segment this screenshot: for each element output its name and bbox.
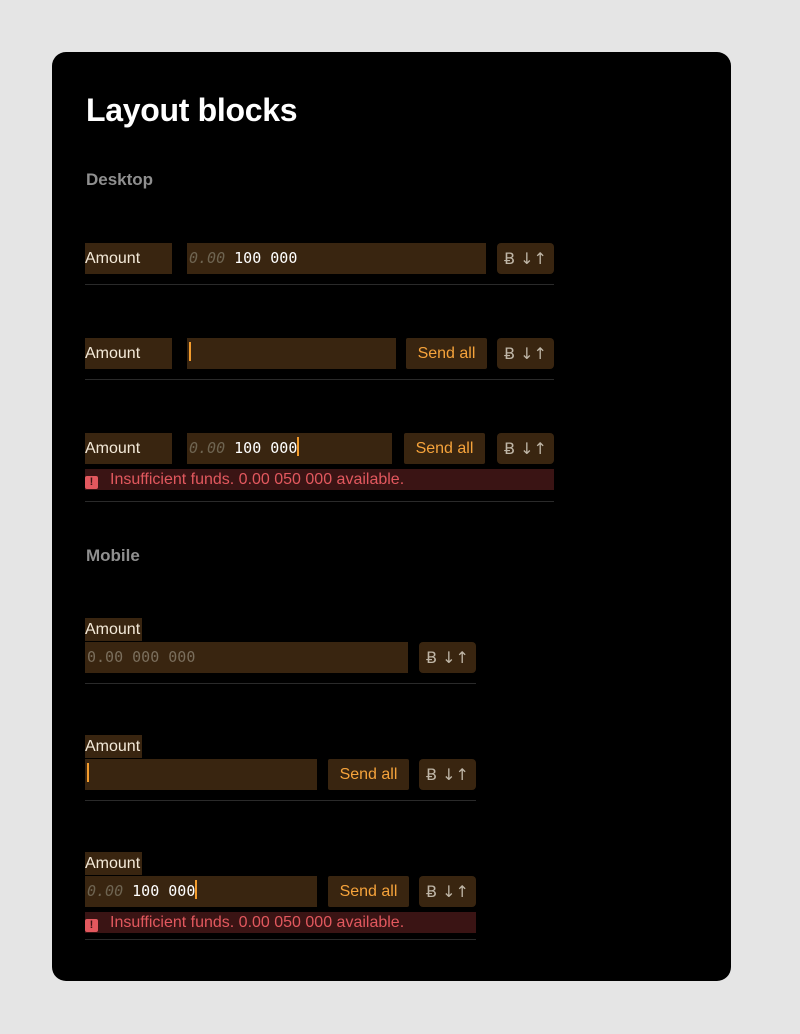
error-text: Insufficient funds. 0.00 050 000 availab… bbox=[110, 914, 405, 931]
amount-value: 100 000 bbox=[132, 882, 196, 900]
error-icon: ! bbox=[85, 476, 98, 489]
amount-placeholder-prefix: 0.00 bbox=[189, 249, 226, 267]
unit-toggle-button[interactable]: Ƀ ↓↑ bbox=[419, 876, 476, 907]
send-all-button[interactable]: Send all bbox=[404, 433, 485, 464]
amount-label: Amount bbox=[85, 618, 143, 641]
amount-label: Amount bbox=[85, 735, 143, 758]
divider bbox=[85, 939, 476, 940]
text-caret bbox=[189, 342, 191, 361]
amount-input[interactable] bbox=[85, 759, 317, 790]
amount-input[interactable]: 0.00 000 000 bbox=[85, 642, 408, 673]
unit-toggle-button[interactable]: Ƀ ↓↑ bbox=[497, 338, 554, 369]
amount-placeholder-prefix: 0.00 bbox=[87, 882, 124, 900]
amount-input[interactable]: 0.00 100 000 bbox=[85, 876, 317, 907]
divider bbox=[85, 800, 476, 801]
unit-toggle-button[interactable]: Ƀ ↓↑ bbox=[419, 759, 476, 790]
send-all-button[interactable]: Send all bbox=[328, 876, 409, 907]
text-caret bbox=[87, 763, 89, 782]
error-message: ! Insufficient funds. 0.00 050 000 availa… bbox=[85, 912, 476, 933]
amount-label: Amount bbox=[85, 433, 172, 464]
layout-card: Layout blocks Desktop Amount 0.00 100 00… bbox=[52, 52, 731, 981]
unit-toggle-button[interactable]: Ƀ ↓↑ bbox=[419, 642, 476, 673]
unit-toggle-button[interactable]: Ƀ ↓↑ bbox=[497, 433, 554, 464]
divider bbox=[85, 501, 554, 502]
amount-label: Amount bbox=[85, 243, 172, 274]
amount-label: Amount bbox=[85, 338, 172, 369]
amount-label: Amount bbox=[85, 852, 143, 875]
unit-toggle-button[interactable]: Ƀ ↓↑ bbox=[497, 243, 554, 274]
divider bbox=[85, 284, 554, 285]
send-all-button[interactable]: Send all bbox=[328, 759, 409, 790]
divider bbox=[85, 683, 476, 684]
section-mobile: Mobile bbox=[86, 546, 140, 565]
error-message: ! Insufficient funds. 0.00 050 000 availa… bbox=[85, 469, 554, 490]
amount-input[interactable]: 0.00 100 000 bbox=[187, 243, 486, 274]
page-title: Layout blocks bbox=[86, 92, 298, 128]
error-icon: ! bbox=[85, 919, 98, 932]
amount-input[interactable] bbox=[187, 338, 396, 369]
send-all-button[interactable]: Send all bbox=[406, 338, 487, 369]
amount-value: 100 000 bbox=[234, 249, 298, 267]
section-desktop: Desktop bbox=[86, 170, 154, 189]
amount-placeholder-prefix: 0.00 bbox=[189, 439, 226, 457]
text-caret bbox=[297, 437, 300, 456]
amount-value: 100 000 bbox=[234, 439, 298, 457]
error-text: Insufficient funds. 0.00 050 000 availab… bbox=[110, 471, 405, 488]
amount-input[interactable]: 0.00 100 000 bbox=[187, 433, 392, 464]
amount-placeholder: 0.00 000 000 bbox=[87, 648, 196, 666]
divider bbox=[85, 379, 554, 380]
text-caret bbox=[195, 880, 198, 899]
